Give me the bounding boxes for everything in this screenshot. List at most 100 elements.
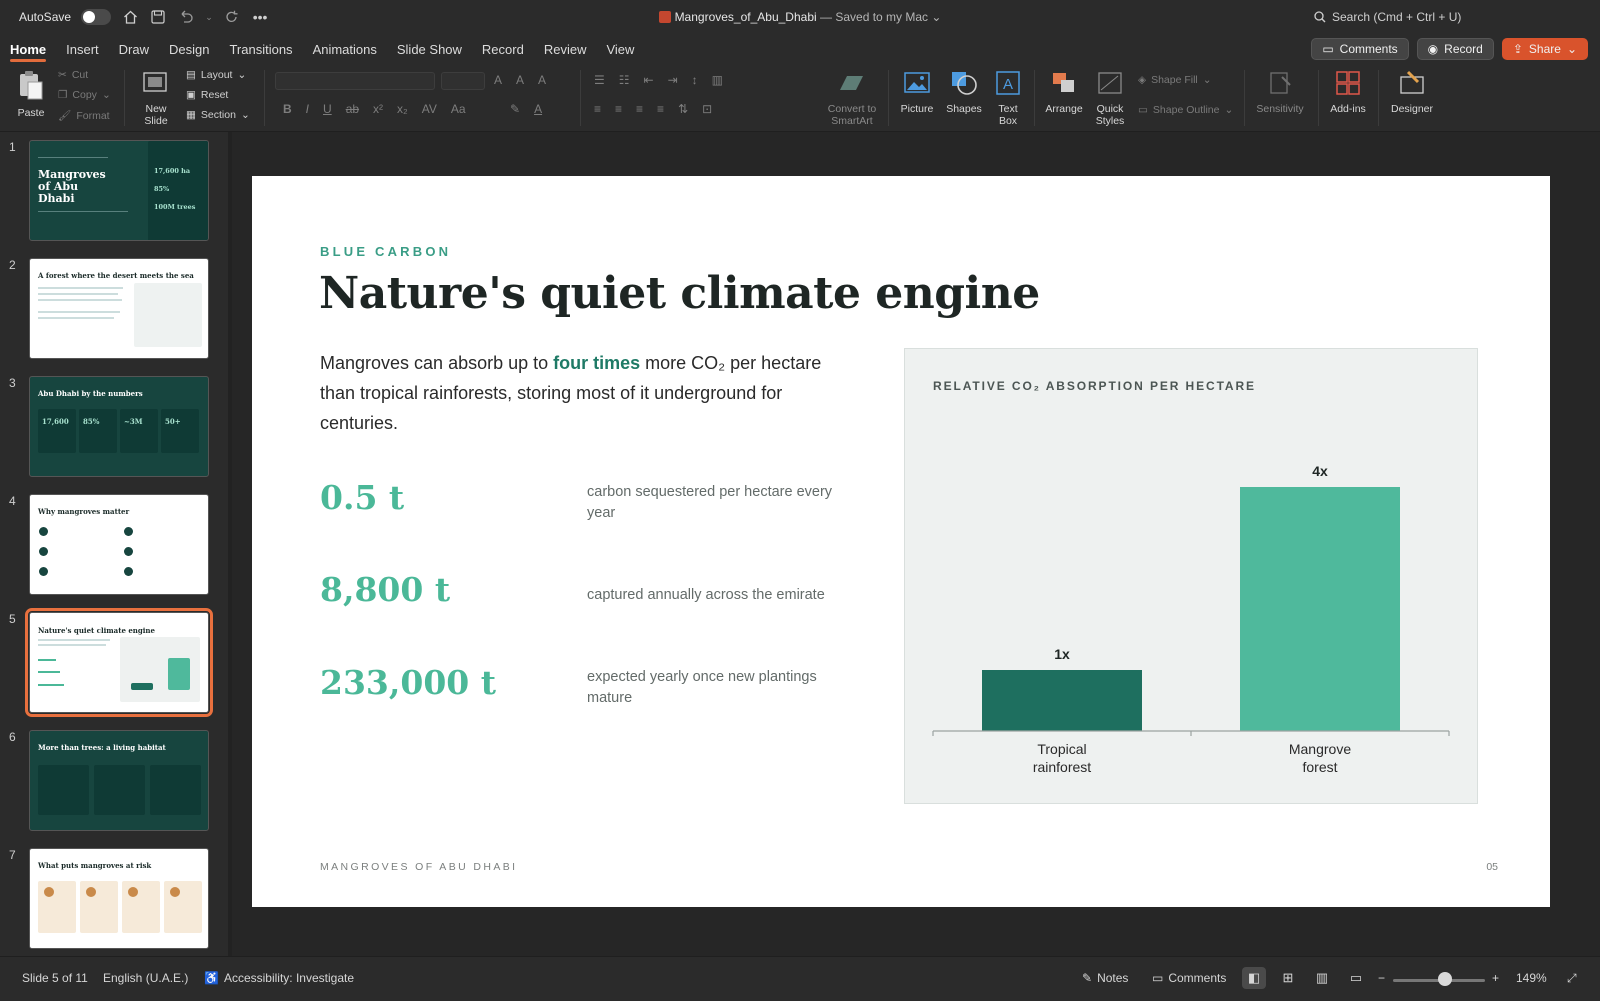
designer-button[interactable]: Designer — [1386, 70, 1438, 115]
font-size-field[interactable] — [441, 72, 485, 90]
slide-sorter-icon[interactable]: ⊞ — [1276, 967, 1300, 989]
decrease-font-icon[interactable]: A — [516, 73, 524, 87]
slide-number[interactable]: 05 — [1486, 861, 1498, 873]
notes-button[interactable]: ✎ Notes — [1082, 971, 1128, 985]
title-chevron-icon[interactable]: ⌄ — [928, 10, 941, 24]
clear-format-icon[interactable]: A — [538, 73, 546, 87]
slide-thumbnail-6[interactable]: More than trees: a living habitat — [29, 730, 209, 831]
tab-draw[interactable]: Draw — [109, 34, 159, 64]
increase-indent-icon[interactable]: ⇥ — [668, 73, 678, 87]
slide-thumbnail-4[interactable]: Why mangroves matter — [29, 494, 209, 595]
tab-animations[interactable]: Animations — [303, 34, 387, 64]
stat-description[interactable]: expected yearly once new plantings matur… — [587, 667, 852, 709]
italic-icon[interactable]: I — [306, 102, 309, 116]
bullets-icon[interactable]: ☰ — [594, 73, 605, 87]
convert-smartart-button[interactable]: Convert to SmartArt — [820, 70, 884, 127]
justify-icon[interactable]: ≡ — [657, 102, 664, 116]
comments-button[interactable]: ▭ Comments — [1311, 38, 1409, 60]
section-button[interactable]: ▦ Section ⌄ — [186, 109, 250, 121]
reset-button[interactable]: ▣ Reset — [186, 89, 228, 101]
undo-dropdown-icon[interactable]: ⌄ — [205, 8, 213, 26]
slide-footer[interactable]: MANGROVES OF ABU DHABI — [320, 861, 518, 873]
tab-transitions[interactable]: Transitions — [219, 34, 302, 64]
font-color-icon[interactable]: A — [534, 102, 542, 116]
current-slide[interactable]: BLUE CARBON Nature's quiet climate engin… — [252, 176, 1550, 907]
home-icon[interactable] — [121, 8, 139, 26]
slide-thumbnail-1[interactable]: Mangroves of Abu Dhabi 17,600 ha 85% 100… — [29, 140, 209, 241]
columns-icon[interactable]: ▥ — [712, 73, 723, 87]
align-center-icon[interactable]: ≡ — [615, 102, 622, 116]
tab-home[interactable]: Home — [0, 34, 56, 64]
tab-review[interactable]: Review — [534, 34, 597, 64]
text-direction-icon[interactable]: ⇅ — [678, 102, 688, 116]
shape-outline-button[interactable]: ▭ Shape Outline ⌄ — [1138, 104, 1233, 116]
tab-slide-show[interactable]: Slide Show — [387, 34, 472, 64]
zoom-level[interactable]: 149% — [1516, 971, 1547, 985]
new-slide-button[interactable]: New Slide — [136, 70, 176, 127]
zoom-out-icon[interactable]: − — [1378, 971, 1385, 985]
share-button[interactable]: ⇪ Share ⌄ — [1501, 38, 1588, 60]
change-case-icon[interactable]: Aa — [451, 102, 466, 116]
picture-button[interactable]: Picture — [896, 70, 938, 115]
format-painter-button[interactable]: 🖌 Format — [58, 109, 110, 123]
line-spacing-icon[interactable]: ↕ — [692, 73, 698, 87]
redo-icon[interactable] — [223, 8, 241, 26]
stat-value[interactable]: 0.5 t — [320, 478, 404, 517]
tab-insert[interactable]: Insert — [56, 34, 109, 64]
slide-thumbnail-7[interactable]: What puts mangroves at risk — [29, 848, 209, 949]
tab-view[interactable]: View — [596, 34, 644, 64]
align-right-icon[interactable]: ≡ — [636, 102, 643, 116]
slide-title[interactable]: Nature's quiet climate engine — [319, 268, 1040, 319]
strikethrough-icon[interactable]: ab — [346, 102, 359, 116]
highlight-icon[interactable]: ✎ — [510, 102, 520, 116]
quick-styles-button[interactable]: Quick Styles — [1090, 70, 1130, 127]
cut-button[interactable]: ✂ Cut — [58, 69, 88, 81]
decrease-indent-icon[interactable]: ⇤ — [644, 73, 654, 87]
slide-kicker[interactable]: BLUE CARBON — [320, 244, 451, 259]
save-icon[interactable] — [149, 8, 167, 26]
text-box-button[interactable]: A Text Box — [990, 70, 1026, 127]
slide-thumbnail-5[interactable]: Nature's quiet climate engine — [25, 608, 213, 717]
slideshow-view-icon[interactable]: ▭ — [1344, 967, 1368, 989]
search-box[interactable]: Search (Cmd + Ctrl + U) — [1314, 10, 1584, 24]
paste-button[interactable]: Paste — [14, 70, 48, 119]
slide-lead-paragraph[interactable]: Mangroves can absorb up to four times mo… — [320, 348, 860, 438]
status-comments-button[interactable]: ▭ Comments — [1152, 971, 1226, 985]
addins-button[interactable]: Add-ins — [1326, 70, 1370, 115]
align-left-icon[interactable]: ≡ — [594, 102, 601, 116]
tab-design[interactable]: Design — [159, 34, 219, 64]
accessibility-button[interactable]: ♿ Accessibility: Investigate — [204, 971, 354, 985]
numbering-icon[interactable]: ☷ — [619, 73, 630, 87]
align-text-icon[interactable]: ⊡ — [702, 102, 712, 116]
document-name[interactable]: Mangroves_of_Abu_Dhabi — [675, 10, 817, 24]
undo-icon[interactable] — [177, 8, 195, 26]
sensitivity-button[interactable]: Sensitivity — [1250, 70, 1310, 115]
char-spacing-icon[interactable]: AV — [422, 102, 437, 116]
tab-record[interactable]: Record — [472, 34, 534, 64]
underline-icon[interactable]: U — [323, 102, 332, 116]
increase-font-icon[interactable]: A — [494, 73, 502, 87]
chart-panel[interactable]: RELATIVE CO₂ ABSORPTION PER HECTARE 1x Tr… — [904, 348, 1478, 804]
stat-value[interactable]: 8,800 t — [320, 570, 450, 609]
arrange-button[interactable]: Arrange — [1042, 70, 1086, 115]
record-button[interactable]: ◉ Record — [1416, 38, 1494, 60]
subscript-icon[interactable]: x₂ — [397, 102, 408, 116]
slide-thumbnail-2[interactable]: A forest where the desert meets the sea — [29, 258, 209, 359]
autosave-toggle[interactable] — [81, 9, 112, 25]
stat-description[interactable]: carbon sequestered per hectare every yea… — [587, 482, 852, 524]
shape-fill-button[interactable]: ◈ Shape Fill ⌄ — [1138, 74, 1212, 86]
slide-thumbnail-3[interactable]: Abu Dhabi by the numbers 17,600 85% ~3M … — [29, 376, 209, 477]
normal-view-icon[interactable]: ◧ — [1242, 967, 1266, 989]
language-indicator[interactable]: English (U.A.E.) — [103, 971, 188, 985]
fit-to-window-icon[interactable]: ⤢ — [1567, 971, 1577, 986]
stat-value[interactable]: 233,000 t — [320, 663, 496, 702]
font-name-field[interactable] — [275, 72, 435, 90]
bold-icon[interactable]: B — [283, 102, 292, 116]
shapes-button[interactable]: Shapes — [942, 70, 986, 115]
slide-indicator[interactable]: Slide 5 of 11 — [22, 971, 88, 985]
more-icon[interactable]: ••• — [251, 8, 269, 26]
layout-button[interactable]: ▤ Layout ⌄ — [186, 69, 246, 81]
save-status[interactable]: — Saved to my Mac — [817, 10, 928, 24]
zoom-slider-handle[interactable] — [1438, 972, 1452, 986]
superscript-icon[interactable]: x² — [373, 102, 383, 116]
